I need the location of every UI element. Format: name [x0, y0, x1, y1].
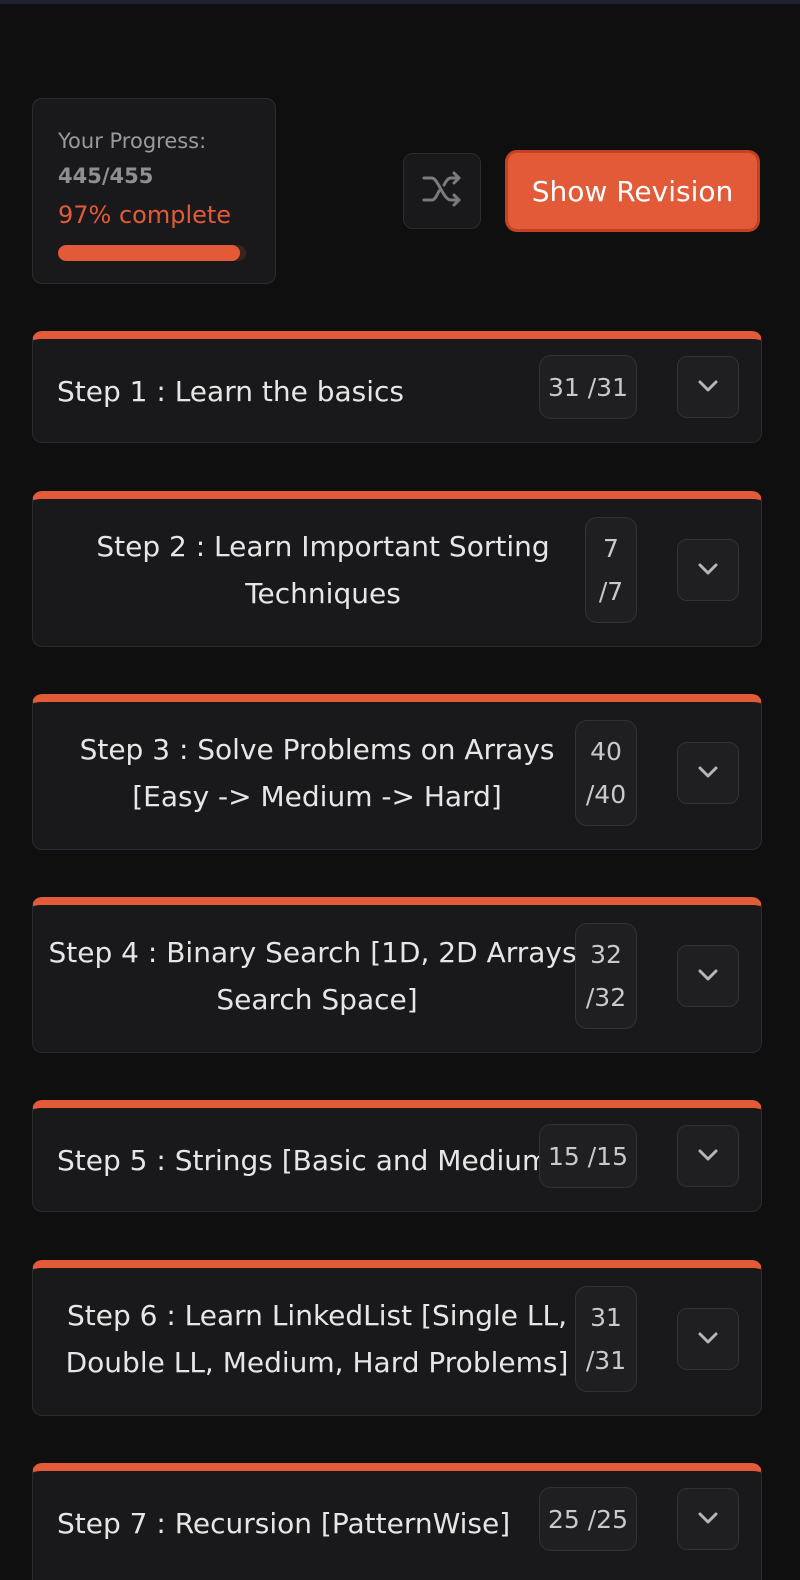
- step-title: Step 1 : Learn the basics: [57, 375, 404, 408]
- step-title-line: Step 2 : Learn Important Sorting: [96, 530, 550, 563]
- chevron-down-icon: [697, 378, 719, 397]
- step-count-badge: 32 /32: [575, 923, 637, 1029]
- expand-button[interactable]: [677, 539, 739, 601]
- progress-bar-fill: [58, 245, 241, 261]
- step-count-total: /40: [585, 780, 627, 809]
- show-revision-button[interactable]: Show Revision: [505, 150, 760, 232]
- step-card-2[interactable]: Step 2 : Learn Important Sorting Techniq…: [32, 491, 762, 647]
- step-card-3[interactable]: Step 3 : Solve Problems on Arrays [Easy …: [32, 694, 762, 850]
- step-count-done: 7: [603, 534, 619, 563]
- step-title-line: Techniques: [245, 577, 401, 610]
- step-title-line: Search Space]: [216, 983, 418, 1016]
- expand-button[interactable]: [677, 1308, 739, 1370]
- progress-card: Your Progress: 445/455 97% complete: [32, 98, 276, 284]
- top-divider: [0, 0, 800, 4]
- step-count-badge: 31 /31: [575, 1286, 637, 1392]
- step-title-line: Step 3 : Solve Problems on Arrays: [79, 733, 555, 766]
- step-count-total: /32: [585, 983, 627, 1012]
- step-card-5[interactable]: Step 5 : Strings [Basic and Medium] 15 /…: [32, 1100, 762, 1212]
- step-count-badge: 31 /31: [539, 355, 637, 419]
- step-count-badge: 25 /25: [539, 1487, 637, 1551]
- chevron-down-icon: [697, 967, 719, 986]
- step-title: Step 4 : Binary Search [1D, 2D Arrays, S…: [41, 929, 593, 1023]
- step-count-badge: 7 /7: [585, 517, 637, 623]
- step-title-line: [Easy -> Medium -> Hard]: [132, 780, 502, 813]
- step-card-1[interactable]: Step 1 : Learn the basics 31 /31: [32, 331, 762, 443]
- step-count-total: /7: [598, 577, 624, 606]
- step-title: Step 5 : Strings [Basic and Medium]: [57, 1144, 561, 1177]
- expand-button[interactable]: [677, 945, 739, 1007]
- chevron-down-icon: [697, 561, 719, 580]
- step-card-4[interactable]: Step 4 : Binary Search [1D, 2D Arrays, S…: [32, 897, 762, 1053]
- step-title: Step 3 : Solve Problems on Arrays [Easy …: [53, 726, 581, 820]
- step-count-total: /31: [585, 1346, 627, 1375]
- step-title-line: Step 6 : Learn LinkedList [Single LL,: [66, 1299, 568, 1332]
- chevron-down-icon: [697, 1330, 719, 1349]
- step-count-done: 32: [590, 940, 622, 969]
- progress-bar: [58, 245, 246, 261]
- chevron-down-icon: [697, 1147, 719, 1166]
- step-count-done: 40: [590, 737, 622, 766]
- progress-label: Your Progress:: [58, 129, 207, 153]
- expand-button[interactable]: [677, 1488, 739, 1550]
- expand-button[interactable]: [677, 742, 739, 804]
- expand-button[interactable]: [677, 356, 739, 418]
- chevron-down-icon: [697, 1510, 719, 1529]
- chevron-down-icon: [697, 764, 719, 783]
- progress-header: Your Progress: 445/455 97% complete Show…: [32, 98, 762, 286]
- shuffle-icon: [421, 169, 463, 213]
- step-title: Step 6 : Learn LinkedList [Single LL, Do…: [41, 1292, 593, 1386]
- step-card-7[interactable]: Step 7 : Recursion [PatternWise] 25 /25: [32, 1463, 762, 1580]
- step-title: Step 7 : Recursion [PatternWise]: [57, 1507, 511, 1540]
- expand-button[interactable]: [677, 1125, 739, 1187]
- step-card-6[interactable]: Step 6 : Learn LinkedList [Single LL, Do…: [32, 1260, 762, 1416]
- step-title-line: Double LL, Medium, Hard Problems]: [65, 1346, 569, 1379]
- step-count-done: 31: [590, 1303, 622, 1332]
- step-count-badge: 15 /15: [539, 1124, 637, 1188]
- progress-count: 445/455: [58, 164, 154, 188]
- step-title: Step 2 : Learn Important Sorting Techniq…: [73, 523, 573, 617]
- step-title-line: Step 4 : Binary Search [1D, 2D Arrays,: [48, 936, 586, 969]
- progress-percent: 97% complete: [58, 201, 232, 229]
- step-count-badge: 40 /40: [575, 720, 637, 826]
- shuffle-button[interactable]: [403, 153, 481, 229]
